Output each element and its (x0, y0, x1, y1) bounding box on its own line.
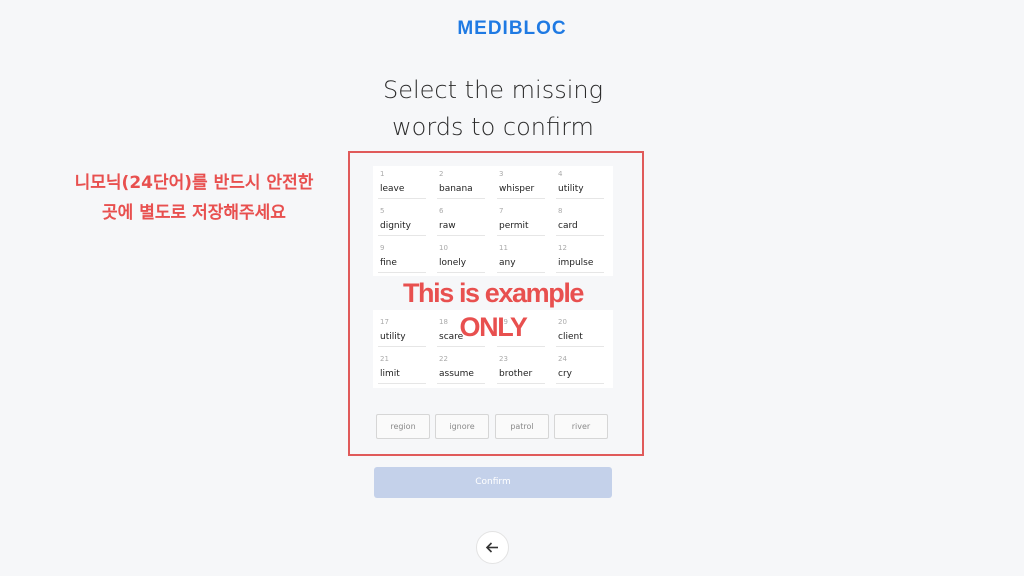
word-cell: 23 brother (497, 355, 545, 384)
word-text: cry (558, 369, 572, 379)
word-cell: 8 card (556, 207, 604, 236)
word-text: permit (499, 221, 529, 231)
word-number: 20 (558, 318, 567, 326)
word-cell: 2 banana (437, 170, 485, 199)
arrow-left-icon (485, 542, 498, 553)
page-title: Select the missing words to confirm (0, 72, 986, 146)
word-cell: 21 limit (378, 355, 426, 384)
option-button[interactable]: patrol (495, 414, 549, 439)
word-cell: 22 assume (437, 355, 485, 384)
word-text: card (558, 221, 578, 231)
example-only-watermark: This is example ONLY (373, 276, 613, 342)
word-number: 5 (380, 207, 385, 215)
word-number: 2 (439, 170, 444, 178)
word-number: 21 (380, 355, 389, 363)
word-text: limit (380, 369, 400, 379)
word-number: 3 (499, 170, 504, 178)
word-number: 17 (380, 318, 389, 326)
word-text: client (558, 332, 583, 342)
option-button[interactable]: ignore (435, 414, 489, 439)
mnemonic-warning-note: 니모닉(24단어)를 반드시 안전한 곳에 별도로 저장해주세요 (34, 168, 354, 228)
word-cell: 24 cry (556, 355, 604, 384)
word-number: 9 (380, 244, 385, 252)
confirm-button[interactable]: Confirm (374, 467, 612, 498)
word-text: impulse (558, 258, 594, 268)
word-text: assume (439, 369, 474, 379)
option-button[interactable]: river (554, 414, 608, 439)
word-text: dignity (380, 221, 411, 231)
word-number: 6 (439, 207, 444, 215)
word-number: 24 (558, 355, 567, 363)
word-number: 10 (439, 244, 448, 252)
word-number: 4 (558, 170, 563, 178)
warning-line1: 니모닉(24단어)를 반드시 안전한 (74, 173, 314, 193)
word-cell: 3 whisper (497, 170, 545, 199)
word-cell: 9 fine (378, 244, 426, 273)
word-cell: 17 utility (378, 318, 426, 347)
word-number: 11 (499, 244, 508, 252)
word-number: 1 (380, 170, 385, 178)
word-text: utility (558, 184, 584, 194)
word-number: 22 (439, 355, 448, 363)
word-cell: 4 utility (556, 170, 604, 199)
word-cell: 7 permit (497, 207, 545, 236)
word-text: lonely (439, 258, 467, 268)
word-cell: 12 impulse (556, 244, 604, 273)
medibloc-logo: MEDIBLOC (457, 18, 567, 39)
word-cell: 10 lonely (437, 244, 485, 273)
word-number: 7 (499, 207, 504, 215)
word-text: fine (380, 258, 397, 268)
word-cell: 5 dignity (378, 207, 426, 236)
page-title-line1: Select the missing (382, 76, 604, 104)
word-cell: 1 leave (378, 170, 426, 199)
word-text: raw (439, 221, 456, 231)
word-text: brother (499, 369, 533, 379)
page-title-line2: words to confirm (392, 113, 594, 141)
word-text: any (499, 258, 516, 268)
word-text: leave (380, 184, 405, 194)
warning-line2: 곳에 별도로 저장해주세요 (102, 203, 286, 223)
word-number: 12 (558, 244, 567, 252)
word-cell: 11 any (497, 244, 545, 273)
word-cell: 20 client (556, 318, 604, 347)
word-text: banana (439, 184, 473, 194)
word-text: utility (380, 332, 406, 342)
word-text: whisper (499, 184, 535, 194)
option-button[interactable]: region (376, 414, 430, 439)
word-number: 23 (499, 355, 508, 363)
word-number: 18 (439, 318, 448, 326)
back-button[interactable] (476, 531, 509, 564)
word-number: 8 (558, 207, 563, 215)
word-cell: 6 raw (437, 207, 485, 236)
